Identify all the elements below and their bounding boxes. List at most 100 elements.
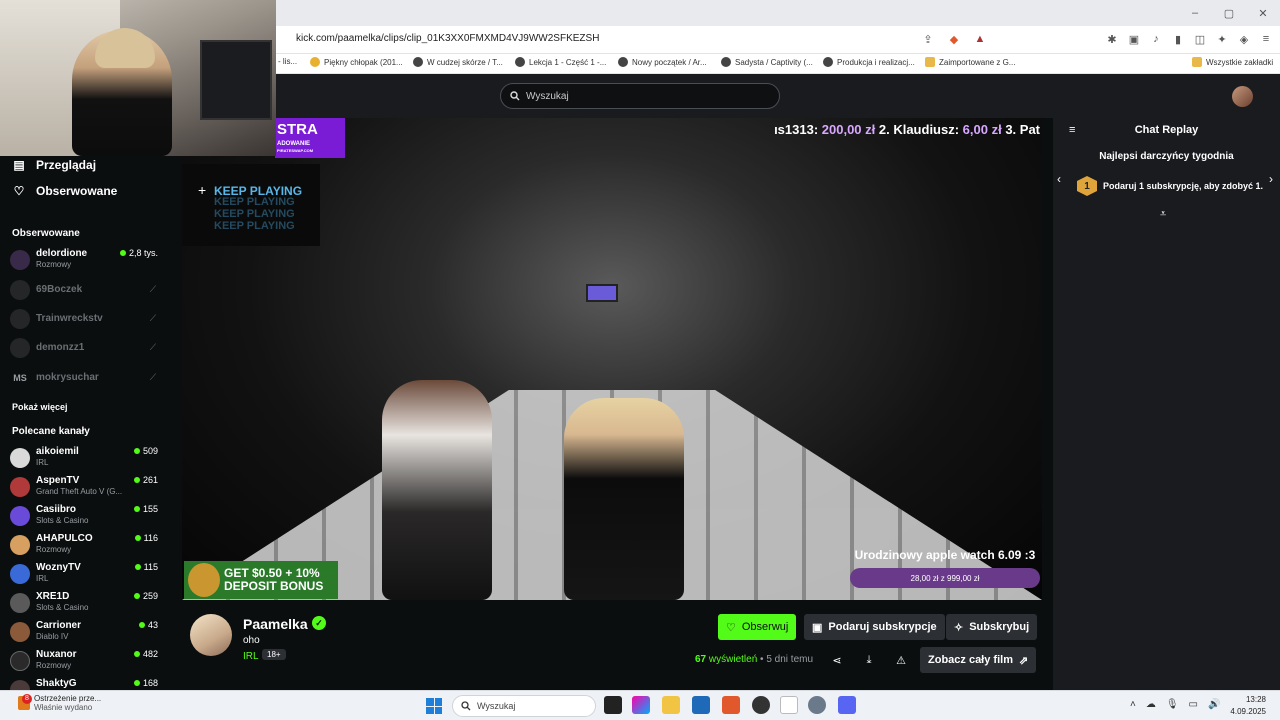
sidebar-icon[interactable]: ▮ xyxy=(1170,31,1186,47)
keep-playing-echo: KEEP PLAYING xyxy=(214,196,295,208)
subscribe-button[interactable]: ✧ Subskrybuj xyxy=(946,614,1038,640)
minimize-button[interactable]: – xyxy=(1178,0,1212,26)
media-icon[interactable]: ♪ xyxy=(1148,31,1164,47)
nav-browse[interactable]: ▤ Przeglądaj xyxy=(12,158,96,172)
maximize-button[interactable]: ▢ xyxy=(1212,0,1246,26)
followed-channel[interactable]: delordione Rozmowy 2,8 tys. xyxy=(10,248,162,274)
channel-name: aikoiemil xyxy=(36,446,79,457)
expand-icon[interactable]: ⩡ xyxy=(1160,208,1166,221)
search-input[interactable]: Wyszukaj xyxy=(500,83,780,109)
copilot-icon[interactable] xyxy=(632,696,650,714)
gift-sub-button[interactable]: ▣ Podaruj subskrypcje xyxy=(804,614,945,640)
bookmark-folder[interactable]: Zaimportowane z G... xyxy=(925,57,1015,67)
start-icon[interactable] xyxy=(426,698,442,714)
brave-icon[interactable] xyxy=(722,696,740,714)
nav-following-label: Obserwowane xyxy=(36,184,118,198)
nav-following[interactable]: ♡ Obserwowane xyxy=(12,184,118,198)
offline-icon: ⟋ xyxy=(149,342,156,352)
extensions-icon[interactable]: ✱ xyxy=(1104,31,1120,47)
chevron-up-icon[interactable]: ˄ xyxy=(1130,699,1136,710)
live-dot-icon xyxy=(134,564,141,570)
channel-name: XRE1D xyxy=(36,591,70,602)
taskbar: 8 Ostrzeżenie prze... Właśnie wydano Wys… xyxy=(0,690,1280,720)
video-person xyxy=(564,398,684,600)
channel-name: demonzz1 xyxy=(36,342,85,353)
recommended-channel[interactable]: Casiibro Slots & Casino 155 xyxy=(10,504,162,530)
followed-channel[interactable]: 69Boczek ⟋ xyxy=(10,278,162,304)
keep-playing-overlay: + KEEP PLAYING KEEP PLAYING KEEP PLAYING… xyxy=(182,164,320,246)
bookmark-item[interactable]: W cudzej skórze / T... xyxy=(413,57,503,67)
mic-icon[interactable]: 🎙 xyxy=(1166,699,1179,710)
bookmark-item[interactable]: Nowy początek / Ar... xyxy=(618,57,707,67)
recommended-channel[interactable]: AHAPULCO Rozmowy 116 xyxy=(10,533,162,559)
promo-url: PIRATESWAP.COM xyxy=(277,148,314,153)
media-app-icon[interactable] xyxy=(752,696,770,714)
explorer-icon[interactable] xyxy=(662,696,680,714)
recommended-channel[interactable]: Nuxanor Rozmowy 482 xyxy=(10,649,162,675)
bookmark-icon xyxy=(618,57,628,67)
channel-avatar[interactable] xyxy=(190,614,232,656)
monster-icon xyxy=(188,563,220,597)
chevron-left-icon[interactable]: ‹ xyxy=(1057,172,1061,186)
watch-full-label: Zobacz cały film xyxy=(928,654,1013,666)
watch-full-button[interactable]: Zobacz cały film ⇗ xyxy=(920,647,1037,673)
recommended-channel[interactable]: XRE1D Slots & Casino 259 xyxy=(10,591,162,617)
share-icon[interactable]: ⇪ xyxy=(920,31,936,47)
brave-shield-icon[interactable]: ◆ xyxy=(946,31,962,47)
taskbar-clock[interactable]: 13:28 4.09.2025 xyxy=(1230,694,1266,718)
recommended-channel[interactable]: WoznyTV IRL 115 xyxy=(10,562,162,588)
followed-channel[interactable]: MS mokrysuchar ⟋ xyxy=(10,366,162,392)
discord-icon[interactable] xyxy=(838,696,856,714)
show-more-link[interactable]: Pokaż więcej xyxy=(12,402,68,412)
menu-icon[interactable]: ≡ xyxy=(1258,31,1274,47)
bookmark-item[interactable]: - lis... xyxy=(278,57,297,66)
bookmark-item[interactable]: Piękny chłopak (201... xyxy=(310,57,403,67)
channel-avatar xyxy=(10,280,30,300)
bookmark-item[interactable]: Produkcja i realizacj... xyxy=(823,57,915,67)
promo-overlay: STRA ADOWANIE PIRATESWAP.COM xyxy=(275,118,345,158)
leo-icon[interactable]: ✦ xyxy=(1214,31,1230,47)
subscribe-label: Subskrybuj xyxy=(969,621,1030,633)
vpn-icon[interactable]: ◈ xyxy=(1236,31,1252,47)
close-window-button[interactable]: ✕ xyxy=(1246,0,1280,26)
category-link[interactable]: IRL xyxy=(243,651,259,662)
notepad-icon[interactable] xyxy=(780,696,798,714)
taskbar-search[interactable]: Wyszukaj xyxy=(452,695,596,717)
report-icon[interactable]: ⚠ xyxy=(890,650,912,670)
settings-icon[interactable] xyxy=(808,696,826,714)
recommended-channel[interactable]: ShaktyG 168 xyxy=(10,678,162,690)
volume-icon[interactable]: 🔊 xyxy=(1208,699,1220,710)
all-bookmarks-folder[interactable]: Wszystkie zakładki xyxy=(1192,57,1273,67)
video-tv xyxy=(586,284,618,302)
bookmark-item[interactable]: Lekcja 1 - Część 1 -... xyxy=(515,57,606,67)
gift-promo: 1 Podaruj 1 subskrypcję, aby zdobyć 1. xyxy=(1077,176,1263,196)
bookmark-icon xyxy=(515,57,525,67)
gift-icon: ▣ xyxy=(812,621,823,634)
channel-avatar xyxy=(10,680,30,690)
chevron-right-icon[interactable]: › xyxy=(1269,172,1273,186)
download-icon[interactable]: ⤓ xyxy=(858,650,880,670)
address-bar[interactable]: kick.com/paamelka/clips/clip_01K3XX0FMXM… xyxy=(296,33,599,44)
offline-icon: ⟋ xyxy=(149,372,156,382)
viewer-count: 116 xyxy=(134,533,158,543)
external-link-icon: ⇗ xyxy=(1018,654,1029,667)
channel-name[interactable]: Paamelka xyxy=(243,616,308,632)
share-icon[interactable]: ⋖ xyxy=(826,650,848,670)
brave-rewards-icon[interactable]: ▲ xyxy=(972,31,988,47)
cloud-icon[interactable]: ☁ xyxy=(1146,699,1156,710)
user-avatar[interactable] xyxy=(1232,86,1253,107)
store-icon[interactable] xyxy=(692,696,710,714)
taskview-icon[interactable] xyxy=(604,696,622,714)
tab-icon[interactable]: ▣ xyxy=(1126,31,1142,47)
recommended-channel[interactable]: Carrioner Diablo IV 43 xyxy=(10,620,162,646)
bookmark-item[interactable]: Sadysta / Captivity (... xyxy=(721,57,813,67)
wallet-icon[interactable]: ◫ xyxy=(1192,31,1208,47)
recommended-channel[interactable]: aikoiemil IRL 509 xyxy=(10,446,162,472)
clip-info-bar: Paamelka ✓ oho IRL 18+ ♡ Obserwuj ▣ Podaru… xyxy=(170,600,1053,690)
taskbar-notification[interactable]: 8 Ostrzeżenie prze... Właśnie wydano xyxy=(14,694,114,712)
display-icon[interactable]: ▭ xyxy=(1189,699,1198,710)
follow-button[interactable]: ♡ Obserwuj xyxy=(718,614,797,640)
followed-channel[interactable]: Trainwreckstv ⟋ xyxy=(10,307,162,333)
followed-channel[interactable]: demonzz1 ⟋ xyxy=(10,336,162,362)
recommended-channel[interactable]: AspenTV Grand Theft Auto V (G... 261 xyxy=(10,475,162,501)
